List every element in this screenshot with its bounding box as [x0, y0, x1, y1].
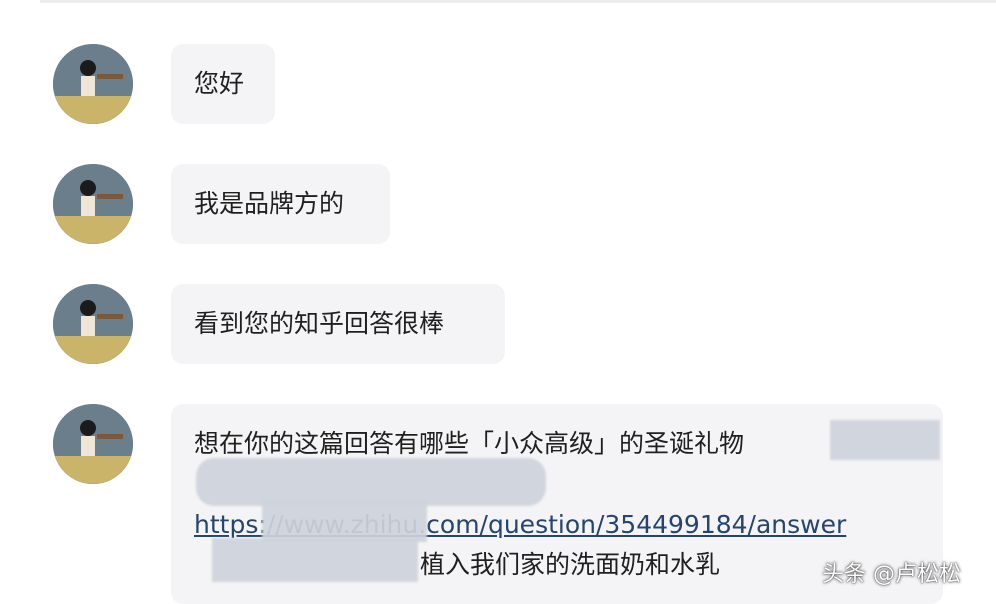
message-bubble: 看到您的知乎回答很棒 — [171, 284, 505, 364]
watermark: 头条 @卢松松 — [822, 562, 961, 587]
message-bubble: 您好 — [171, 44, 275, 124]
mosaic-blur — [212, 538, 418, 582]
mosaic-blur — [196, 458, 546, 506]
user-avatar-icon[interactable] — [53, 44, 133, 124]
message-text: 我是品牌方的 — [194, 189, 345, 218]
mosaic-blur — [830, 420, 940, 460]
message-bubble: 我是品牌方的 — [171, 164, 390, 244]
user-avatar-icon[interactable] — [53, 164, 133, 244]
message-text: 您好 — [194, 69, 245, 98]
user-avatar-icon[interactable] — [53, 404, 133, 484]
message-text: 看到您的知乎回答很棒 — [194, 309, 445, 338]
mosaic-blur — [262, 500, 427, 542]
user-avatar-icon[interactable] — [53, 284, 133, 364]
top-divider — [40, 0, 996, 3]
message-tail-text: 植入我们家的洗面奶和水乳 — [420, 550, 721, 579]
